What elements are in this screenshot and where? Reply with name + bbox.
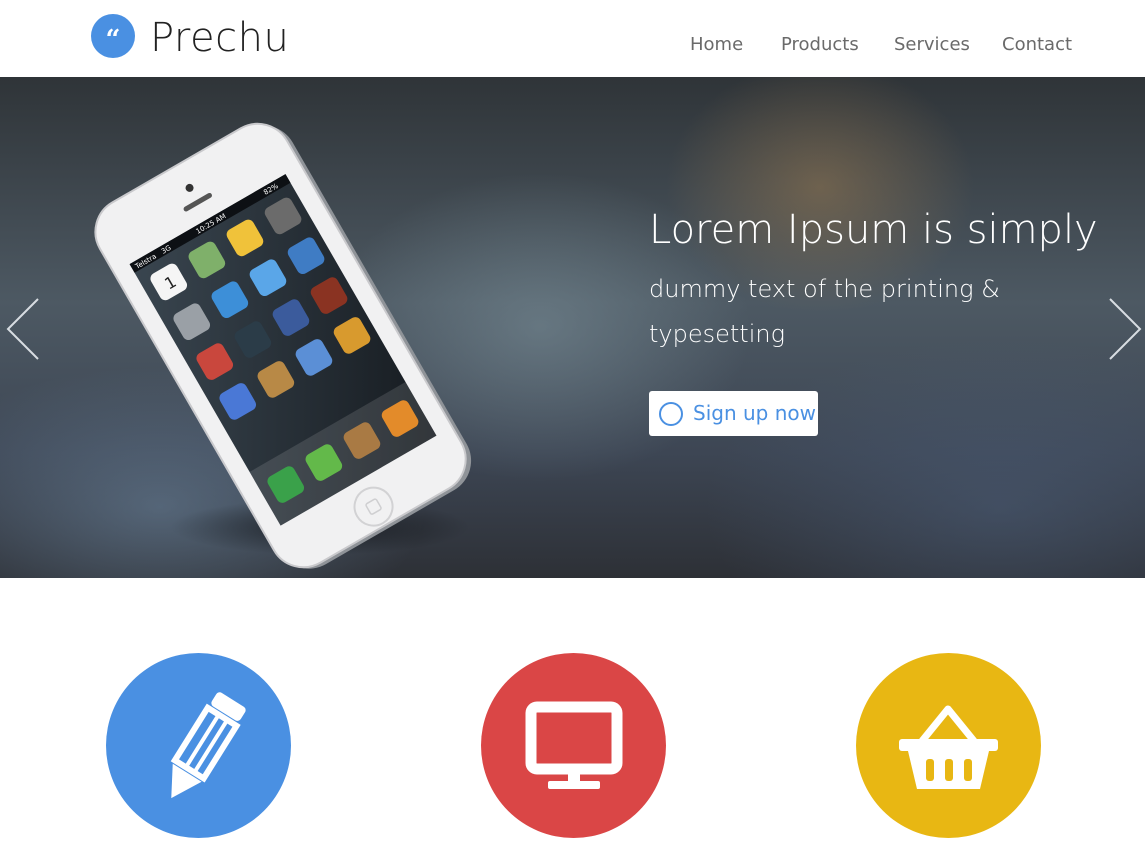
- hero-title: Lorem Ipsum is simply: [649, 207, 1098, 253]
- signup-button-label: Sign up now: [693, 401, 816, 425]
- main-nav: Home Products Services Contact: [0, 32, 1145, 60]
- hero-subtitle: dummy text of the printing & typesetting: [649, 275, 1000, 348]
- chevron-left-icon[interactable]: [4, 297, 44, 361]
- monitor-icon: [525, 701, 623, 789]
- pencil-icon: [170, 692, 246, 799]
- hero-carousel: Telstra 3G 10:25 AM 82% 1 Lorem Ipsum is…: [0, 77, 1145, 578]
- basket-icon: [899, 705, 998, 789]
- signup-button[interactable]: Sign up now: [649, 391, 818, 436]
- nav-products[interactable]: Products: [781, 32, 859, 58]
- site-header: “ Prechu Home Products Services Contact: [0, 0, 1145, 77]
- circle-icon: [659, 402, 683, 426]
- nav-home[interactable]: Home: [690, 32, 743, 58]
- chevron-right-icon[interactable]: [1104, 297, 1144, 361]
- nav-services[interactable]: Services: [894, 32, 970, 58]
- feature-monitor[interactable]: [481, 653, 666, 838]
- feature-pencil[interactable]: [106, 653, 291, 838]
- phone-image: Telstra 3G 10:25 AM 82% 1: [94, 122, 472, 569]
- nav-contact[interactable]: Contact: [1002, 32, 1072, 58]
- feature-basket[interactable]: [856, 653, 1041, 838]
